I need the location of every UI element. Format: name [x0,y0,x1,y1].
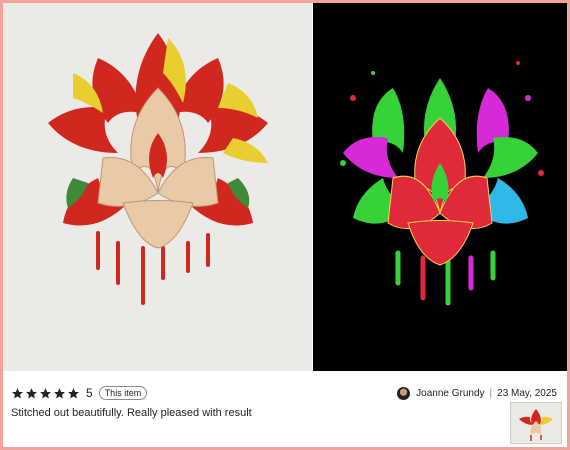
rating-value: 5 [86,386,93,400]
review-date: 23 May, 2025 [497,387,557,399]
star-icon [54,387,65,398]
review-meta-row: 5 This item Joanne Grundy | 23 May, 2025 [11,383,561,403]
neon-mandala-image [340,61,544,306]
photo-gallery [3,3,567,371]
embroidery-image [48,33,268,305]
reviewer-name[interactable]: Joanne Grundy [416,388,484,399]
review-text: Stitched out beautifully. Really pleased… [11,407,252,419]
review-card: 5 This item Joanne Grundy | 23 May, 2025… [3,3,567,447]
star-icon [40,387,51,398]
review-photo-design[interactable] [313,3,567,371]
avatar [397,386,411,400]
star-icon [68,387,79,398]
star-icon [12,387,23,398]
separator: | [489,387,493,399]
star-icon [26,387,37,398]
reviewer-info: Joanne Grundy | 23 May, 2025 [397,383,557,403]
this-item-badge: This item [98,386,148,400]
review-photo-embroidery[interactable] [3,3,312,371]
review-photo-thumbnail[interactable] [510,402,562,444]
thumbnail-image [519,409,553,441]
star-rating [11,387,80,400]
